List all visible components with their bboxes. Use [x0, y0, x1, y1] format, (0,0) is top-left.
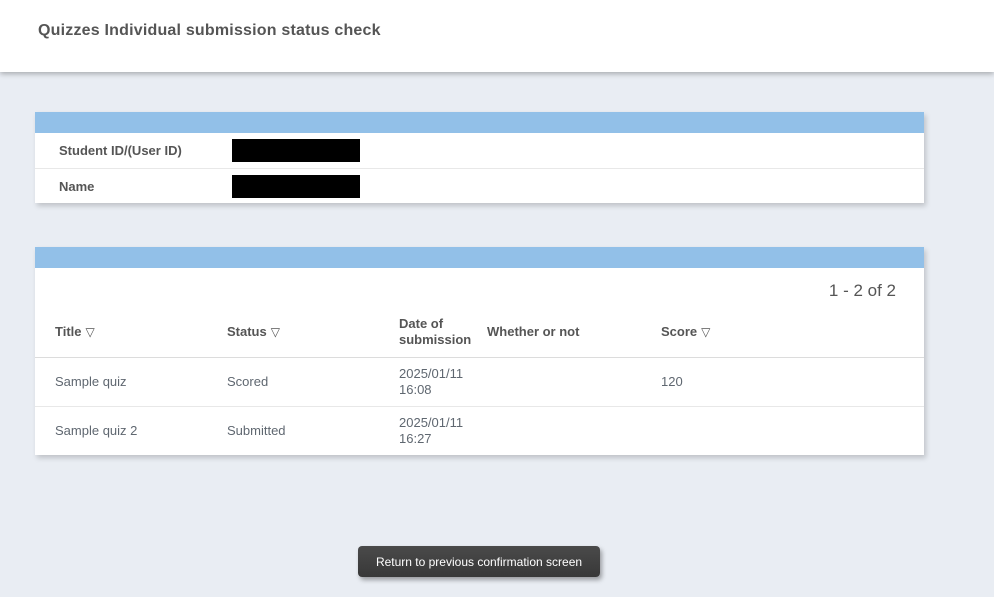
cell-status: Scored — [207, 358, 379, 407]
cell-filler — [761, 407, 924, 456]
column-header-filler — [761, 307, 924, 358]
sort-icon: ▽ — [86, 325, 95, 339]
cell-title: Sample quiz 2 — [35, 407, 207, 456]
cell-title: Sample quiz — [35, 358, 207, 407]
sort-icon: ▽ — [701, 325, 710, 339]
student-name-redacted-value — [232, 175, 360, 198]
submissions-table: Title ▽ Status ▽ Date of submission Whethe… — [35, 307, 924, 455]
column-header-title[interactable]: Title ▽ — [35, 307, 207, 358]
student-name-row: Name — [35, 168, 924, 203]
sort-icon: ▽ — [271, 325, 280, 339]
pagination-status: 1 - 2 of 2 — [35, 268, 924, 301]
column-header-score[interactable]: Score ▽ — [641, 307, 761, 358]
cell-filler — [761, 358, 924, 407]
top-header-bar: Quizzes Individual submission status che… — [0, 0, 994, 72]
page-title: Quizzes Individual submission status che… — [0, 0, 994, 39]
cell-whether-or-not — [467, 407, 641, 456]
cell-date-of-submission: 2025/01/11 16:08 — [379, 358, 467, 407]
submissions-header-row: Title ▽ Status ▽ Date of submission Whethe… — [35, 307, 924, 358]
submissions-panel-header-bar — [35, 247, 924, 268]
return-to-previous-confirmation-screen-button[interactable]: Return to previous confirmation screen — [358, 546, 600, 577]
column-header-whether-label: Whether or not — [487, 324, 579, 339]
time-value: 16:08 — [399, 382, 467, 398]
cell-status: Submitted — [207, 407, 379, 456]
student-info-panel: Student ID/(User ID) Name — [35, 112, 924, 203]
column-header-score-label: Score — [661, 324, 697, 339]
column-header-date-of-submission: Date of submission — [379, 307, 467, 358]
student-info-panel-header-bar — [35, 112, 924, 133]
student-id-row: Student ID/(User ID) — [35, 133, 924, 168]
date-value: 2025/01/11 — [399, 415, 467, 431]
student-name-label: Name — [35, 179, 232, 194]
time-value: 16:27 — [399, 431, 467, 447]
submissions-panel: 1 - 2 of 2 Title ▽ Status ▽ Date of submis… — [35, 247, 924, 455]
column-header-status[interactable]: Status ▽ — [207, 307, 379, 358]
table-row: Sample quiz 2 Submitted 2025/01/11 16:27 — [35, 407, 924, 456]
table-row: Sample quiz Scored 2025/01/11 16:08 120 — [35, 358, 924, 407]
column-header-date-label: Date of submission — [399, 316, 471, 347]
date-value: 2025/01/11 — [399, 366, 467, 382]
page: Quizzes Individual submission status che… — [0, 0, 994, 597]
student-id-label: Student ID/(User ID) — [35, 143, 232, 158]
cell-score: 120 — [641, 358, 761, 407]
student-id-redacted-value — [232, 139, 360, 162]
cell-whether-or-not — [467, 358, 641, 407]
cell-date-of-submission: 2025/01/11 16:27 — [379, 407, 467, 456]
cell-score — [641, 407, 761, 456]
column-header-title-label: Title — [55, 324, 82, 339]
column-header-whether-or-not: Whether or not — [467, 307, 641, 358]
column-header-status-label: Status — [227, 324, 267, 339]
